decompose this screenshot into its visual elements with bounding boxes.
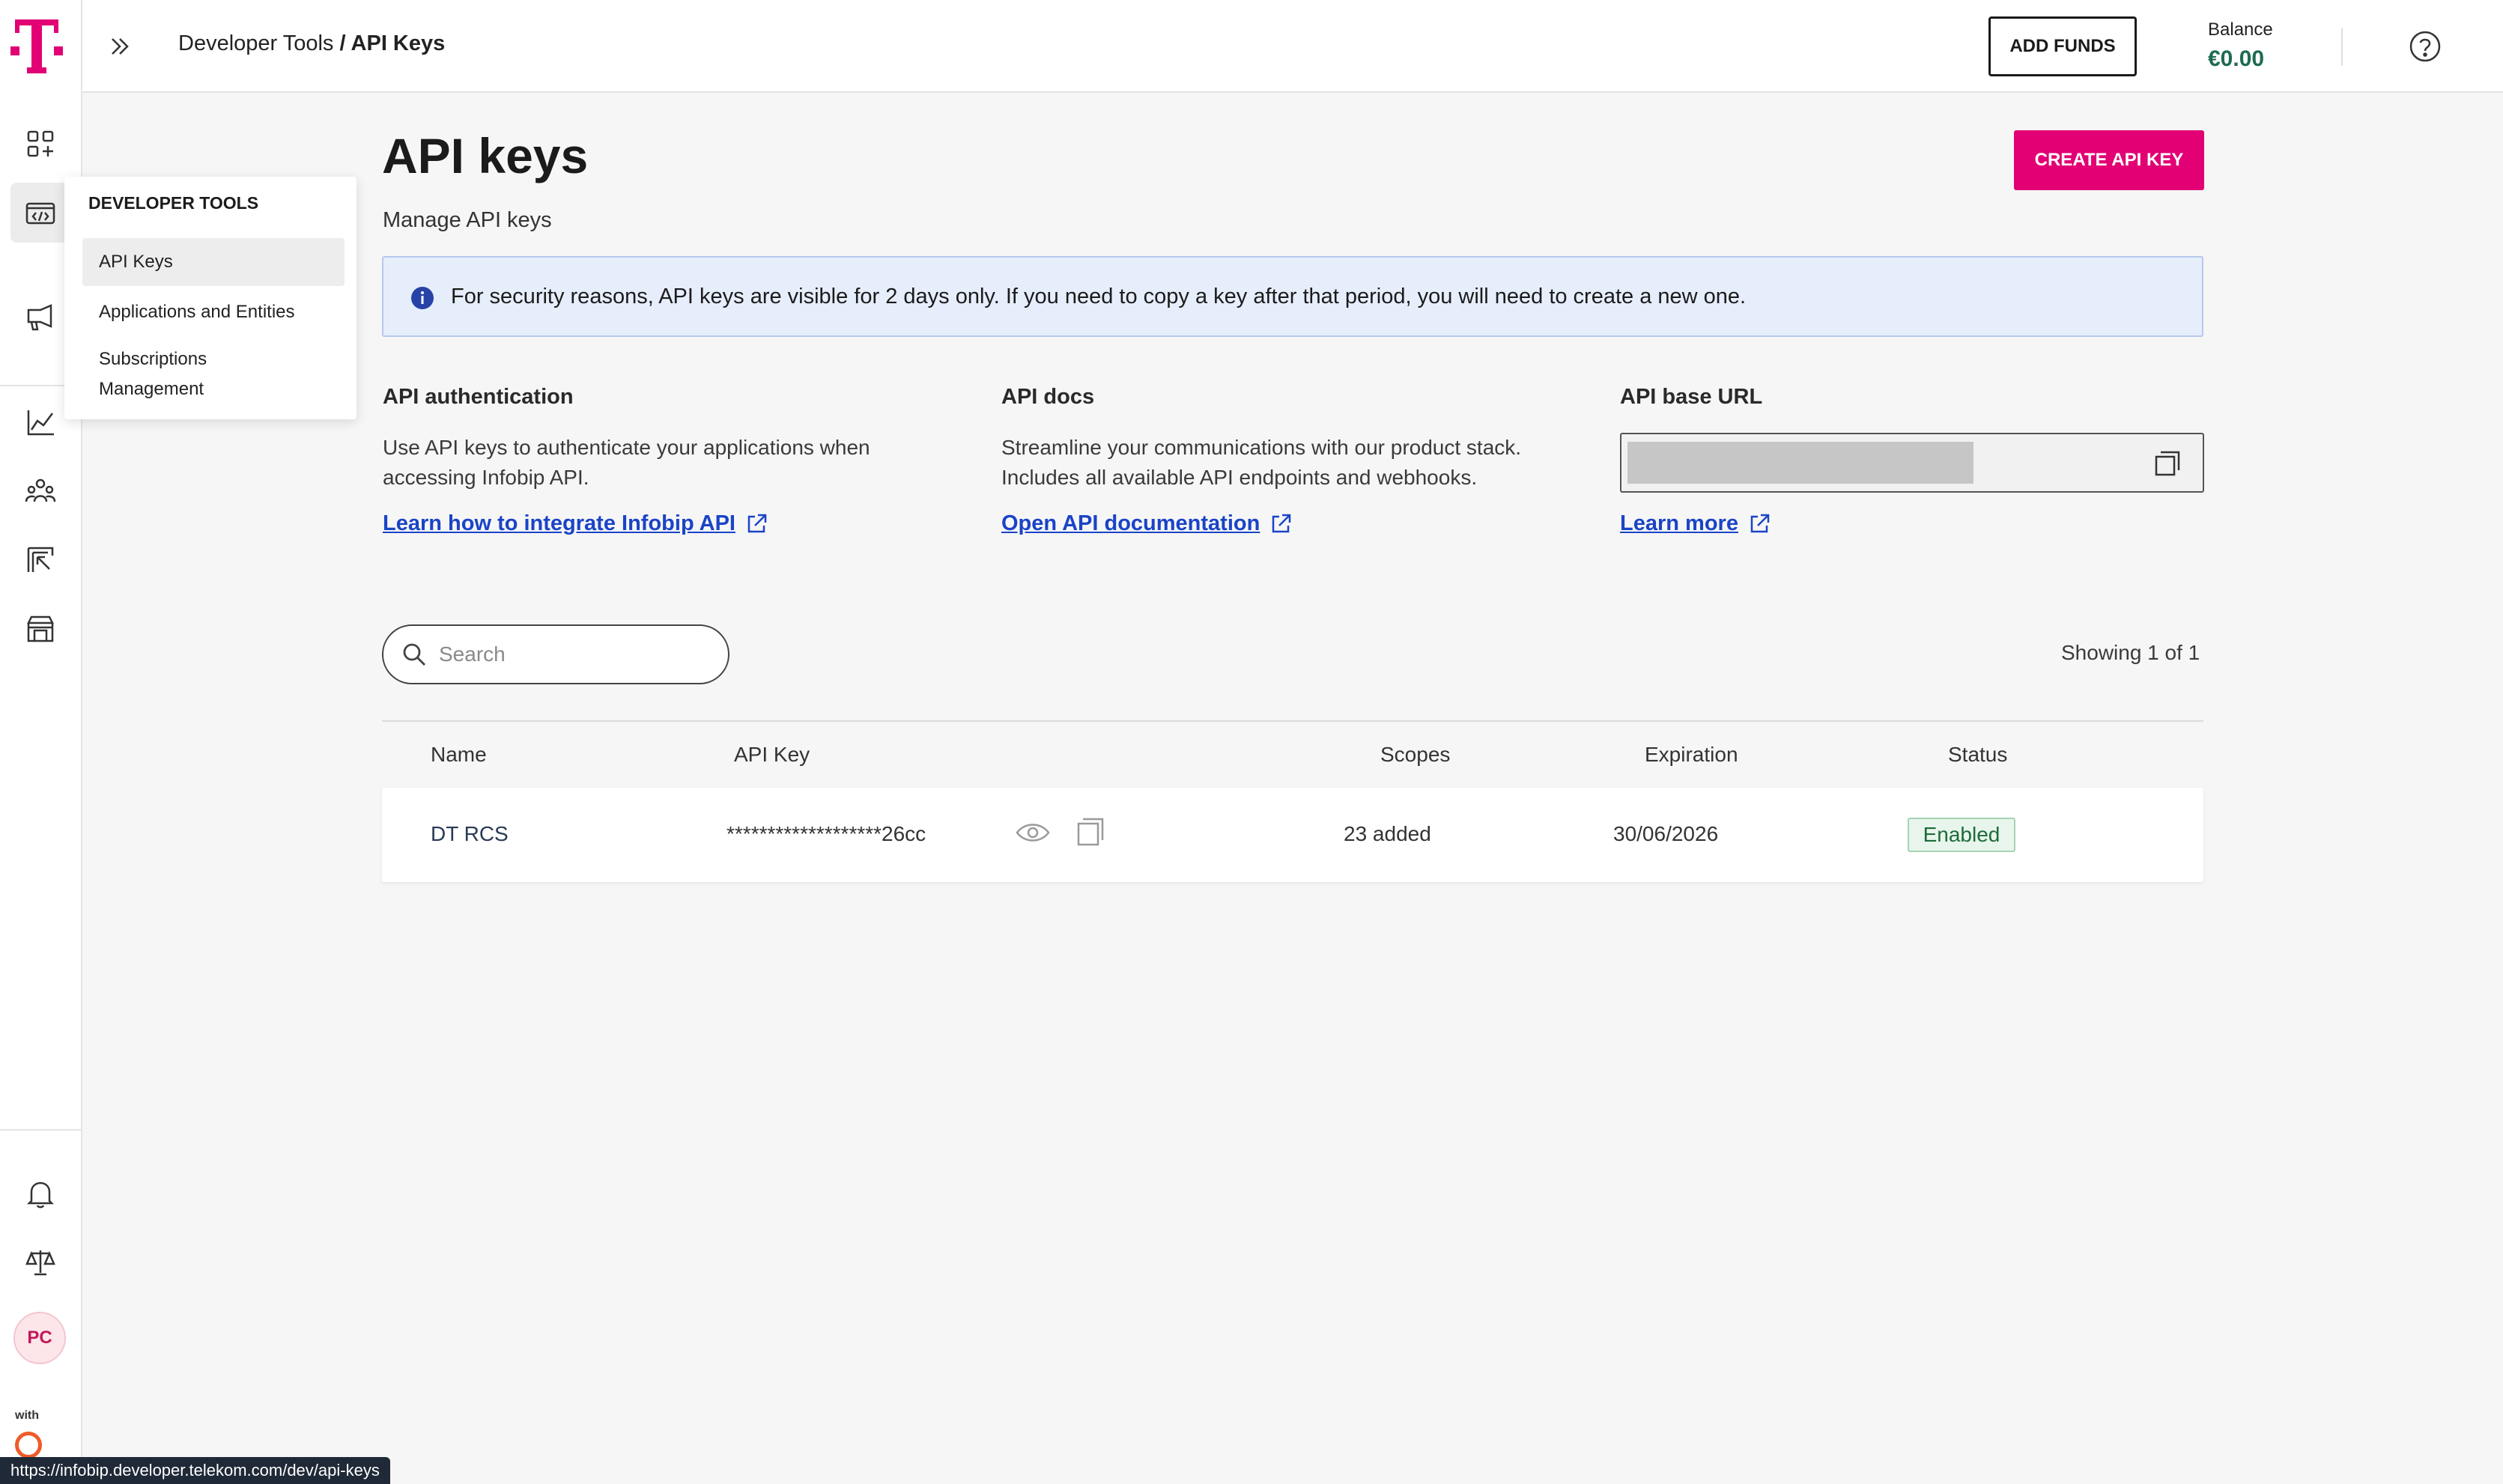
- row-scopes: 23 added: [1344, 822, 1431, 845]
- rail-divider: [0, 1129, 81, 1131]
- apps-add-icon[interactable]: [21, 124, 60, 163]
- menu-item-subscriptions-management[interactable]: Subscriptions Management: [82, 344, 262, 404]
- external-link-icon: [747, 514, 767, 532]
- api-authentication-description: Use API keys to authenticate your applic…: [383, 436, 870, 489]
- learn-more-label[interactable]: Learn more: [1620, 511, 1738, 536]
- external-link-icon: [1750, 514, 1770, 532]
- open-api-documentation-label[interactable]: Open API documentation: [1001, 511, 1260, 536]
- expand-sidebar-icon[interactable]: [103, 30, 136, 63]
- api-authentication-title: API authentication: [383, 385, 574, 409]
- avatar[interactable]: PC: [13, 1312, 66, 1364]
- infobip-logo-icon: [15, 1432, 42, 1459]
- breadcrumb: Developer Tools / API Keys: [178, 31, 445, 56]
- info-banner: For security reasons, API keys are visib…: [382, 256, 2203, 337]
- people-icon[interactable]: [21, 472, 60, 511]
- campaign-icon[interactable]: [21, 298, 60, 337]
- info-icon: [411, 287, 434, 309]
- analytics-icon[interactable]: [21, 403, 60, 442]
- search-icon: [403, 643, 425, 666]
- menu-title: DEVELOPER TOOLS: [88, 193, 259, 213]
- page-subtitle: Manage API keys: [383, 208, 552, 232]
- integrate-link-label[interactable]: Learn how to integrate Infobip API: [383, 511, 735, 536]
- column-header-api-key: API Key: [734, 743, 810, 766]
- developer-tools-menu: DEVELOPER TOOLS API Keys Applications an…: [64, 177, 357, 419]
- breadcrumb-current: API Keys: [351, 31, 446, 55]
- integrate-link[interactable]: Learn how to integrate Infobip API: [383, 511, 768, 536]
- marketplace-icon[interactable]: [21, 609, 60, 648]
- copy-icon[interactable]: [2153, 449, 2182, 478]
- breadcrumb-parent[interactable]: Developer Tools: [178, 31, 333, 55]
- copy-icon[interactable]: [1075, 816, 1105, 848]
- column-header-status: Status: [1948, 743, 2008, 766]
- balance-value: €0.00: [2208, 46, 2265, 71]
- column-header-scopes: Scopes: [1380, 743, 1451, 766]
- developer-tools-icon[interactable]: [21, 193, 60, 232]
- eye-icon[interactable]: [1014, 818, 1052, 848]
- status-badge: Enabled: [1908, 818, 2015, 852]
- add-funds-button[interactable]: ADD FUNDS: [1988, 16, 2137, 76]
- with-label: with: [15, 1409, 39, 1422]
- learn-more-link[interactable]: Learn more: [1620, 511, 1771, 536]
- row-name[interactable]: DT RCS: [431, 822, 509, 846]
- api-base-url-field[interactable]: [1620, 433, 2204, 493]
- search-input[interactable]: [437, 642, 710, 667]
- header-divider: [2341, 28, 2343, 66]
- page-title: API keys: [382, 128, 589, 183]
- search-box[interactable]: [382, 624, 729, 684]
- row-expiration: 30/06/2026: [1613, 822, 1719, 845]
- table-row[interactable]: DT RCS *******************26cc 23 added …: [382, 788, 2203, 882]
- menu-item-applications-and-entities[interactable]: Applications and Entities: [82, 289, 345, 335]
- telekom-logo[interactable]: [10, 16, 63, 75]
- balance-label: Balance: [2208, 19, 2273, 40]
- api-docs-title: API docs: [1001, 385, 1095, 409]
- bell-icon[interactable]: [21, 1174, 60, 1213]
- table-divider: [382, 720, 2203, 722]
- column-header-name[interactable]: Name: [431, 743, 487, 767]
- api-docs-description: Streamline your communications with our …: [1001, 436, 1522, 489]
- redacted-url: [1627, 442, 1973, 484]
- scale-icon[interactable]: [21, 1243, 60, 1282]
- column-header-expiration[interactable]: Expiration: [1645, 743, 1738, 767]
- info-banner-text: For security reasons, API keys are visib…: [451, 285, 1747, 308]
- help-icon[interactable]: [2407, 28, 2443, 64]
- menu-item-api-keys[interactable]: API Keys: [82, 238, 345, 286]
- open-api-documentation-link[interactable]: Open API documentation: [1001, 511, 1293, 536]
- create-api-key-button[interactable]: CREATE API KEY: [2014, 130, 2204, 190]
- top-header: Developer Tools / API Keys ADD FUNDS Bal…: [82, 0, 2503, 93]
- results-count: Showing 1 of 1: [2061, 641, 2200, 664]
- status-bar-url: https://infobip.developer.telekom.com/de…: [0, 1457, 390, 1484]
- row-api-key: *******************26cc: [726, 822, 926, 845]
- external-link-icon: [1272, 514, 1291, 532]
- exchange-icon[interactable]: [21, 541, 60, 580]
- breadcrumb-separator: /: [333, 31, 351, 55]
- api-base-url-title: API base URL: [1620, 385, 1763, 409]
